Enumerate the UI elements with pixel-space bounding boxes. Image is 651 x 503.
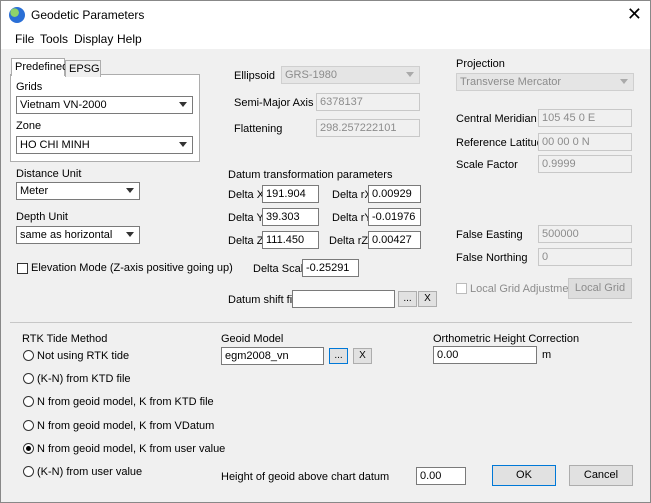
distance-unit-value: Meter bbox=[20, 185, 49, 197]
rtk-option-radio[interactable] bbox=[23, 466, 34, 477]
delta-y-field[interactable]: 39.303 bbox=[262, 208, 319, 226]
rtk-option-label: N from geoid model, K from user value bbox=[37, 443, 226, 455]
rtk-option-radio[interactable] bbox=[23, 420, 34, 431]
window-title: Geodetic Parameters bbox=[31, 8, 145, 22]
local-grid-adjustment-checkbox[interactable] bbox=[456, 283, 467, 294]
delta-rx-label: Delta rX bbox=[332, 189, 372, 201]
geoid-browse-button[interactable]: ... bbox=[329, 348, 348, 364]
chevron-down-icon bbox=[620, 79, 628, 84]
zone-select[interactable]: HO CHI MINH bbox=[16, 136, 193, 154]
cancel-button[interactable]: Cancel bbox=[569, 465, 633, 486]
globe-icon bbox=[9, 7, 25, 23]
datum-shift-file-field[interactable] bbox=[292, 290, 395, 308]
false-northing-field[interactable]: 0 bbox=[538, 248, 632, 266]
rtk-tide-method-title: RTK Tide Method bbox=[22, 333, 108, 345]
grids-select[interactable]: Vietnam VN-2000 bbox=[16, 96, 193, 114]
rtk-option-radio[interactable] bbox=[23, 350, 34, 361]
delta-rz-label: Delta rZ bbox=[329, 235, 369, 247]
delta-x-label: Delta X bbox=[228, 189, 265, 201]
reference-latitude-label: Reference Latitude bbox=[456, 137, 549, 149]
scale-factor-label: Scale Factor bbox=[456, 159, 518, 171]
rtk-option-label: (K-N) from user value bbox=[37, 466, 143, 478]
ortho-height-field[interactable]: 0.00 bbox=[433, 346, 537, 364]
delta-y-label: Delta Y bbox=[228, 212, 264, 224]
semi-major-field[interactable]: 6378137 bbox=[316, 93, 420, 111]
menu-tools[interactable]: Tools bbox=[40, 32, 68, 46]
false-easting-label: False Easting bbox=[456, 229, 523, 241]
title-bar: Geodetic Parameters ✕ bbox=[1, 1, 650, 29]
distance-unit-select[interactable]: Meter bbox=[16, 182, 140, 200]
menu-bar: File Tools Display Help bbox=[1, 29, 650, 49]
grids-value: Vietnam VN-2000 bbox=[20, 99, 107, 111]
divider bbox=[10, 322, 632, 323]
delta-scale-field[interactable]: -0.25291 bbox=[302, 259, 359, 277]
ortho-height-label: Orthometric Height Correction bbox=[433, 333, 580, 345]
local-grid-adjustment-label: Local Grid Adjustment bbox=[470, 283, 578, 295]
chevron-down-icon bbox=[126, 232, 134, 237]
delta-scale-label: Delta Scale bbox=[253, 263, 310, 275]
delta-x-field[interactable]: 191.904 bbox=[262, 185, 319, 203]
datum-shift-file-label: Datum shift file bbox=[228, 294, 301, 306]
false-northing-label: False Northing bbox=[456, 252, 528, 264]
rtk-option-label: Not using RTK tide bbox=[37, 350, 130, 362]
geoid-height-label: Height of geoid above chart datum bbox=[221, 471, 390, 483]
chevron-down-icon bbox=[179, 142, 187, 147]
rtk-option-label: N from geoid model, K from KTD file bbox=[37, 396, 214, 408]
datum-shift-clear-button[interactable]: X bbox=[418, 291, 437, 307]
scale-factor-field[interactable]: 0.9999 bbox=[538, 155, 632, 173]
delta-z-field[interactable]: 111.450 bbox=[262, 231, 319, 249]
semi-major-label: Semi-Major Axis bbox=[234, 97, 314, 109]
ellipsoid-label: Ellipsoid bbox=[234, 70, 275, 82]
menu-file[interactable]: File bbox=[15, 32, 34, 46]
rtk-option-radio-selected[interactable] bbox=[23, 443, 34, 454]
menu-display[interactable]: Display bbox=[74, 32, 113, 46]
ortho-height-unit: m bbox=[542, 349, 552, 361]
menu-help[interactable]: Help bbox=[117, 32, 142, 46]
central-meridian-field[interactable]: 105 45 0 E bbox=[538, 109, 632, 127]
ok-button[interactable]: OK bbox=[492, 465, 556, 486]
chevron-down-icon bbox=[126, 188, 134, 193]
chevron-down-icon bbox=[179, 102, 187, 107]
delta-rz-field[interactable]: 0.00427 bbox=[368, 231, 421, 249]
elevation-mode-checkbox[interactable] bbox=[17, 263, 28, 274]
projection-select[interactable]: Transverse Mercator bbox=[456, 73, 634, 91]
false-easting-field[interactable]: 500000 bbox=[538, 225, 632, 243]
projection-label: Projection bbox=[456, 58, 505, 70]
reference-latitude-field[interactable]: 00 00 0 N bbox=[538, 133, 632, 151]
depth-unit-label: Depth Unit bbox=[16, 211, 68, 223]
geoid-clear-button[interactable]: X bbox=[353, 348, 372, 364]
datum-group-title: Datum transformation parameters bbox=[228, 169, 393, 181]
close-button[interactable]: ✕ bbox=[627, 4, 642, 24]
grids-label: Grids bbox=[16, 81, 43, 93]
ellipsoid-select[interactable]: GRS-1980 bbox=[281, 66, 420, 84]
geoid-model-label: Geoid Model bbox=[221, 333, 284, 345]
rtk-option-radio[interactable] bbox=[23, 373, 34, 384]
flattening-label: Flattening bbox=[234, 123, 283, 135]
local-grid-button[interactable]: Local Grid bbox=[568, 278, 632, 299]
delta-ry-label: Delta rY bbox=[332, 212, 372, 224]
rtk-option-label: (K-N) from KTD file bbox=[37, 373, 131, 385]
rtk-option-label: N from geoid model, K from VDatum bbox=[37, 420, 215, 432]
rtk-option-radio[interactable] bbox=[23, 396, 34, 407]
geoid-height-field[interactable]: 0.00 bbox=[416, 467, 466, 485]
chevron-down-icon bbox=[406, 72, 414, 77]
elevation-mode-label: Elevation Mode (Z-axis positive going up… bbox=[31, 262, 233, 274]
geoid-model-field[interactable]: egm2008_vn bbox=[221, 347, 324, 365]
tab-predefined[interactable]: Predefined bbox=[11, 58, 68, 76]
zone-label: Zone bbox=[16, 120, 42, 132]
central-meridian-label: Central Meridian bbox=[456, 113, 537, 125]
delta-ry-field[interactable]: -0.01976 bbox=[368, 208, 421, 226]
delta-rx-field[interactable]: 0.00929 bbox=[368, 185, 421, 203]
projection-value: Transverse Mercator bbox=[460, 76, 562, 88]
flattening-field[interactable]: 298.257222101 bbox=[316, 119, 420, 137]
depth-unit-select[interactable]: same as horizontal bbox=[16, 226, 140, 244]
delta-z-label: Delta Z bbox=[228, 235, 264, 247]
zone-value: HO CHI MINH bbox=[20, 139, 90, 151]
tab-epsg[interactable]: EPSG bbox=[65, 60, 101, 77]
distance-unit-label: Distance Unit bbox=[16, 168, 82, 180]
depth-unit-value: same as horizontal bbox=[20, 229, 113, 241]
datum-shift-browse-button[interactable]: ... bbox=[398, 291, 417, 307]
ellipsoid-value: GRS-1980 bbox=[285, 69, 337, 81]
